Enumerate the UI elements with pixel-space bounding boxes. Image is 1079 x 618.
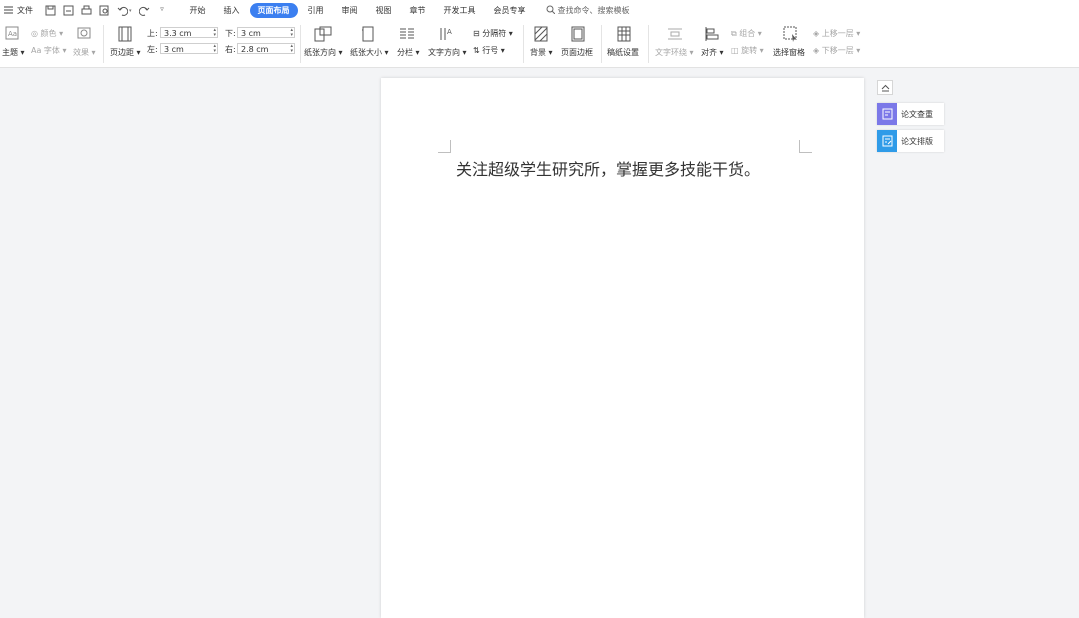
- undo-dropdown-icon[interactable]: ▾: [129, 8, 132, 14]
- margin-top-input[interactable]: 3.3 cm ▴ ▾: [160, 27, 218, 38]
- paper-check-button[interactable]: 论文查重: [877, 103, 944, 125]
- separator: [601, 25, 602, 63]
- print-preview-icon[interactable]: [99, 5, 110, 16]
- text-wrap-icon[interactable]: [667, 26, 683, 42]
- orientation-icon[interactable]: [314, 26, 332, 42]
- margins-icon[interactable]: [118, 26, 134, 42]
- paper-size-icon[interactable]: [361, 26, 377, 42]
- manuscript-button[interactable]: 稿纸设置: [607, 47, 639, 58]
- document-body-text[interactable]: 关注超级学生研究所，掌握更多技能干货。: [456, 156, 796, 180]
- export-pdf-icon[interactable]: [63, 5, 74, 16]
- margin-top-label: 上:: [147, 29, 158, 38]
- page-border-icon[interactable]: [571, 26, 587, 42]
- file-menu-label: 文件: [17, 6, 33, 15]
- colors-button[interactable]: ◎ 颜色 ▾: [31, 28, 63, 39]
- margin-bottom-input[interactable]: 3 cm ▴ ▾: [237, 27, 295, 38]
- selection-pane-button[interactable]: 选择窗格: [773, 47, 805, 58]
- file-menu[interactable]: 文件: [4, 5, 33, 16]
- separator: [523, 25, 524, 63]
- text-wrap-button[interactable]: 文字环绕 ▾: [655, 47, 694, 58]
- undo-icon[interactable]: [117, 5, 129, 16]
- hamburger-icon: [4, 6, 13, 16]
- paper-format-label: 论文排版: [901, 136, 933, 146]
- paper-format-button[interactable]: 论文排版: [877, 130, 944, 152]
- paper-check-label: 论文查重: [901, 109, 933, 119]
- paper-check-icon: [877, 103, 897, 125]
- command-search[interactable]: 查找命令、搜索模板: [546, 5, 630, 16]
- group-button[interactable]: ⧉ 组合 ▾: [731, 28, 762, 39]
- tab-section[interactable]: 章节: [402, 3, 434, 18]
- paper-size-button[interactable]: 纸张大小 ▾: [350, 47, 389, 58]
- align-button[interactable]: 对齐 ▾: [701, 47, 724, 58]
- selection-pane-icon[interactable]: [783, 26, 799, 42]
- send-backward-button[interactable]: ◈ 下移一层 ▾: [813, 45, 860, 56]
- margin-corner-top-left: [438, 140, 451, 153]
- margin-left-label: 左:: [147, 45, 158, 54]
- columns-button[interactable]: 分栏 ▾: [397, 47, 420, 58]
- tab-member[interactable]: 会员专享: [486, 3, 534, 18]
- ribbon-toolbar: Aa 主题 ▾ ◎ 颜色 ▾ Aa 字体 ▾ 效果 ▾ 页边距 ▾ 上: 3.3…: [0, 21, 1079, 68]
- align-icon[interactable]: [704, 26, 720, 42]
- theme-button[interactable]: 主题 ▾: [2, 47, 25, 58]
- search-placeholder: 查找命令、搜索模板: [557, 6, 630, 15]
- svg-text:A: A: [447, 28, 452, 36]
- tab-insert[interactable]: 插入: [216, 3, 248, 18]
- page-border-button[interactable]: 页面边框: [561, 47, 593, 58]
- collapse-panel-button[interactable]: [877, 80, 893, 95]
- tab-home[interactable]: 开始: [182, 3, 214, 18]
- effects-button[interactable]: 效果 ▾: [73, 47, 96, 58]
- line-numbers-button[interactable]: ⇅ 行号 ▾: [473, 45, 505, 56]
- effects-icon[interactable]: [77, 27, 93, 43]
- background-icon[interactable]: [534, 26, 550, 42]
- separator: [300, 25, 301, 63]
- margin-left-input[interactable]: 3 cm ▴ ▾: [160, 43, 218, 54]
- chevron-up-icon: [881, 84, 889, 91]
- ribbon-tabs: 开始 插入 页面布局 引用 审阅 视图 章节 开发工具 会员专享: [182, 3, 536, 18]
- separator: [103, 25, 104, 63]
- tab-references[interactable]: 引用: [300, 3, 332, 18]
- redo-icon[interactable]: [138, 5, 150, 16]
- paper-format-icon: [877, 130, 897, 152]
- margins-button[interactable]: 页边距 ▾: [110, 47, 141, 58]
- margin-right-label: 右:: [225, 45, 236, 54]
- theme-icon[interactable]: Aa: [5, 26, 21, 42]
- tab-developer[interactable]: 开发工具: [436, 3, 484, 18]
- text-direction-button[interactable]: 文字方向 ▾: [428, 47, 467, 58]
- search-icon: [546, 5, 555, 16]
- margin-right-input[interactable]: 2.8 cm ▴ ▾: [237, 43, 295, 54]
- tab-page-layout[interactable]: 页面布局: [249, 3, 298, 18]
- svg-text:Aa: Aa: [8, 30, 17, 38]
- breaks-button[interactable]: ⊟ 分隔符 ▾: [473, 28, 513, 39]
- text-direction-icon[interactable]: A: [438, 26, 454, 42]
- manuscript-icon[interactable]: [617, 26, 633, 42]
- columns-icon[interactable]: [399, 26, 415, 42]
- tab-view[interactable]: 视图: [368, 3, 400, 18]
- fonts-button[interactable]: Aa 字体 ▾: [31, 45, 66, 56]
- margin-corner-top-right: [799, 140, 812, 153]
- save-icon[interactable]: [45, 5, 56, 16]
- margin-bottom-label: 下:: [225, 29, 236, 38]
- rotate-button[interactable]: ◫ 旋转 ▾: [731, 45, 764, 56]
- customize-toolbar-icon[interactable]: ▿: [157, 5, 168, 16]
- menu-bar: 文件 ▾ ▿ 开始 插入 页面布局 引用 审阅 视图 章节 开发工具 会员专享 …: [0, 0, 1079, 21]
- orientation-button[interactable]: 纸张方向 ▾: [304, 47, 343, 58]
- bring-forward-button[interactable]: ◈ 上移一层 ▾: [813, 28, 860, 39]
- print-icon[interactable]: [81, 5, 92, 16]
- separator: [648, 25, 649, 63]
- document-page[interactable]: 关注超级学生研究所，掌握更多技能干货。: [381, 78, 864, 618]
- background-button[interactable]: 背景 ▾: [530, 47, 553, 58]
- tab-review[interactable]: 审阅: [334, 3, 366, 18]
